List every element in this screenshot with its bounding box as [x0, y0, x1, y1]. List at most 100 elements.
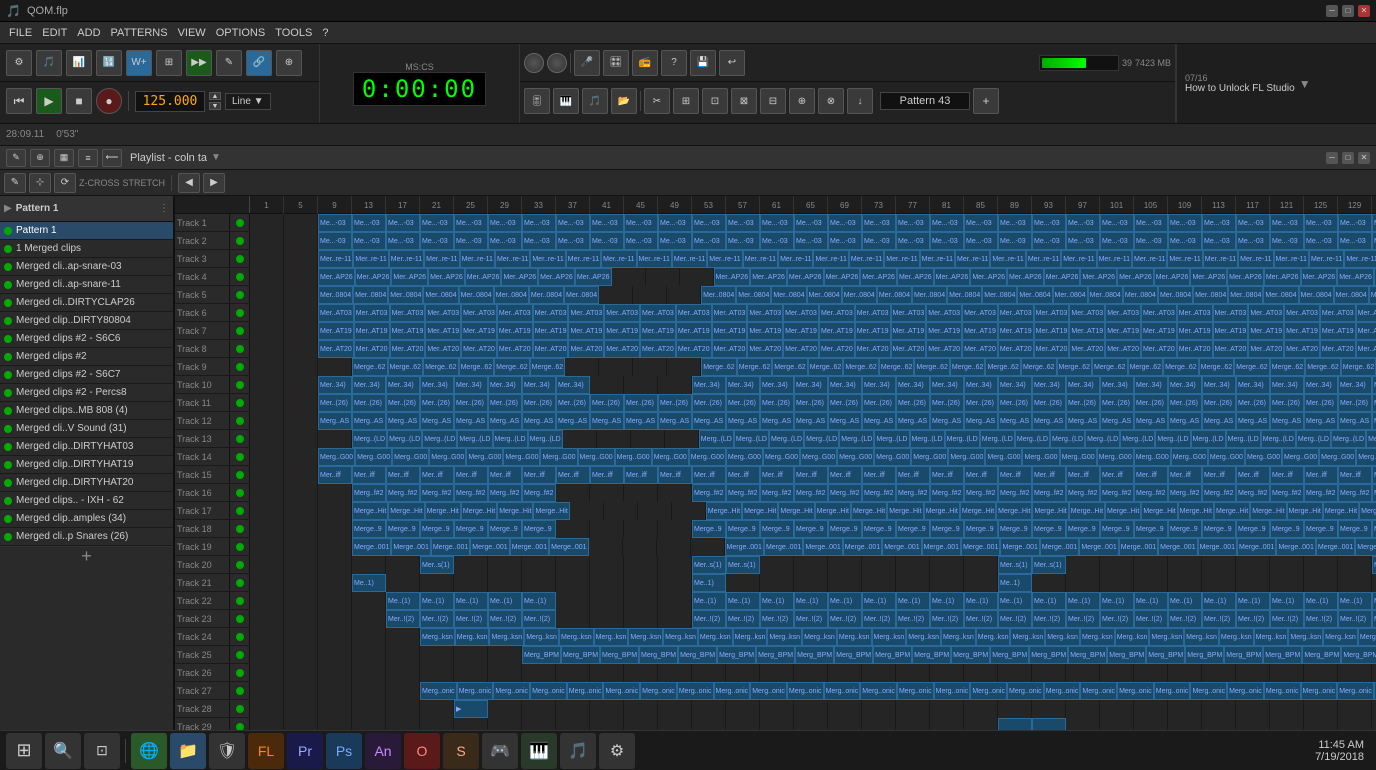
track-cell[interactable]: Mer..AT19: [891, 322, 927, 340]
track-cell[interactable]: Mer..!(2): [726, 610, 760, 628]
track-cell[interactable]: [284, 340, 318, 358]
track-cell[interactable]: Mer..!(2): [964, 610, 998, 628]
track-cell[interactable]: [862, 556, 896, 574]
track-cell[interactable]: Merge..62: [1021, 358, 1057, 376]
track-cell[interactable]: [522, 718, 556, 730]
track-cell[interactable]: Merge..Hit: [461, 502, 497, 520]
track-cell[interactable]: Merg..AS: [1372, 412, 1376, 430]
channel-rack-icon[interactable]: 🎹: [553, 88, 579, 114]
track-cell[interactable]: Mer..AP26: [1301, 268, 1338, 286]
track-cell[interactable]: [318, 700, 352, 718]
track-cell[interactable]: [1236, 718, 1270, 730]
track-cell[interactable]: Mer..iff: [692, 466, 726, 484]
track-light-1[interactable]: [230, 214, 250, 231]
track-cell[interactable]: Merge..001: [1079, 538, 1118, 556]
track-cell[interactable]: [1304, 718, 1338, 730]
track-cell[interactable]: Me..(1): [862, 592, 896, 610]
track-cell[interactable]: Merg..f#2: [794, 484, 828, 502]
track-cell[interactable]: Me...-03: [828, 214, 862, 232]
toolbar-icon-4[interactable]: 🔢: [96, 50, 122, 76]
rewind-button[interactable]: ⏮: [6, 88, 32, 114]
track-cell[interactable]: Mer..AT03: [998, 304, 1034, 322]
track-cell[interactable]: Merge..Hit: [388, 502, 424, 520]
track-cell[interactable]: Mer..0804: [388, 286, 423, 304]
track-cell[interactable]: Merg..ksn: [1149, 628, 1184, 646]
track-cell[interactable]: Merg..onic: [567, 682, 604, 700]
track-cell[interactable]: [1236, 700, 1270, 718]
track-cell[interactable]: Mer..iff: [488, 466, 522, 484]
track-cell[interactable]: Mer..(26): [760, 394, 794, 412]
track-cell[interactable]: Mer..AP26: [538, 268, 575, 286]
track-cell[interactable]: Me...-03: [726, 214, 760, 232]
track-cell[interactable]: Merg..ksn: [837, 628, 872, 646]
track-cell[interactable]: Merge..001: [352, 538, 391, 556]
track-cell[interactable]: Merge..62: [843, 358, 879, 376]
track-cell[interactable]: Merg..ksn: [767, 628, 802, 646]
track-cell[interactable]: Merg..ksn: [1184, 628, 1219, 646]
track-cell[interactable]: Merge..001: [549, 538, 588, 556]
track-cell[interactable]: Mer..AP26: [714, 268, 751, 286]
track-cell[interactable]: [828, 574, 862, 592]
track-cell[interactable]: [794, 574, 828, 592]
track-cell[interactable]: Me...-03: [1168, 232, 1202, 250]
track-cell[interactable]: [250, 412, 284, 430]
track-cell[interactable]: Mer..re-11: [849, 250, 884, 268]
track-cell[interactable]: Merg..f#2: [352, 484, 386, 502]
track-cell[interactable]: [318, 358, 352, 376]
track-cell[interactable]: [658, 664, 692, 682]
track-cell[interactable]: Merge..001: [725, 538, 764, 556]
track-cell[interactable]: [1032, 574, 1066, 592]
track-cell[interactable]: Me..(1): [1202, 592, 1236, 610]
track-cell[interactable]: [318, 502, 352, 520]
track-cell[interactable]: [1066, 718, 1100, 730]
track-cell[interactable]: Mer..AT03: [461, 304, 497, 322]
track-cell[interactable]: Mer..!(2): [794, 610, 828, 628]
track-cell[interactable]: [250, 484, 284, 502]
track-cell[interactable]: [1338, 556, 1372, 574]
track-cell[interactable]: Mer..(26): [1236, 394, 1270, 412]
track-cell[interactable]: Merg..(LD: [980, 430, 1015, 448]
track-cell[interactable]: Mer..iff: [1134, 466, 1168, 484]
toolbar-icon-10[interactable]: ⊕: [276, 50, 302, 76]
master-vol-knob[interactable]: [524, 53, 544, 73]
track-cell[interactable]: Mer..AP26: [1154, 268, 1191, 286]
track-cell[interactable]: Merg..AS: [658, 412, 692, 430]
track-cell[interactable]: Merg..f#2: [1134, 484, 1168, 502]
track-cell[interactable]: [250, 448, 284, 466]
track-cell[interactable]: Mer..re-11: [743, 250, 778, 268]
track-cell[interactable]: [1032, 718, 1066, 730]
toolbar-icon-9[interactable]: 🔗: [246, 50, 272, 76]
track-cell[interactable]: Mer..AT19: [354, 322, 390, 340]
track-cell[interactable]: Merge..62: [494, 358, 530, 376]
track-cell[interactable]: Merge..Hit: [1359, 502, 1376, 520]
track-cell[interactable]: [896, 700, 930, 718]
track-cell[interactable]: [623, 538, 657, 556]
track-cell[interactable]: Mer..0804: [1369, 286, 1376, 304]
track-cell[interactable]: [1270, 664, 1304, 682]
track-cell[interactable]: [1338, 700, 1372, 718]
track-cell[interactable]: Mer..re-11: [778, 250, 813, 268]
track-cell[interactable]: Mer..AT20: [1248, 340, 1284, 358]
track-cell[interactable]: Mer..iff: [896, 466, 930, 484]
track-cell[interactable]: [1202, 664, 1236, 682]
track-cell[interactable]: Me..(1): [998, 592, 1032, 610]
track-cell[interactable]: Mer..re-11: [920, 250, 955, 268]
track-cell[interactable]: Mer..AT03: [1141, 304, 1177, 322]
track-cell[interactable]: [488, 718, 522, 730]
track-cell[interactable]: Mer..0804: [1263, 286, 1298, 304]
track-cell[interactable]: [1236, 556, 1270, 574]
track-cell[interactable]: Mer..AT03: [533, 304, 569, 322]
track-cell[interactable]: Merg..G00: [318, 448, 355, 466]
track-cell[interactable]: Merge..9: [454, 520, 488, 538]
track-cell[interactable]: [658, 484, 692, 502]
sidebar-item-18[interactable]: Merged cli..p Snares (26): [0, 528, 173, 546]
track-cell[interactable]: Merg..G00: [503, 448, 540, 466]
track-cell[interactable]: Merge..62: [985, 358, 1021, 376]
track-cell[interactable]: [284, 232, 318, 250]
track-cell[interactable]: Merge..9: [794, 520, 828, 538]
track-cell[interactable]: Me...-03: [794, 214, 828, 232]
track-cell[interactable]: Mer..AP26: [391, 268, 428, 286]
track-cell[interactable]: Mer..!(2): [1202, 610, 1236, 628]
track-cell[interactable]: [1134, 664, 1168, 682]
track-cell[interactable]: Merg..f#2: [1100, 484, 1134, 502]
